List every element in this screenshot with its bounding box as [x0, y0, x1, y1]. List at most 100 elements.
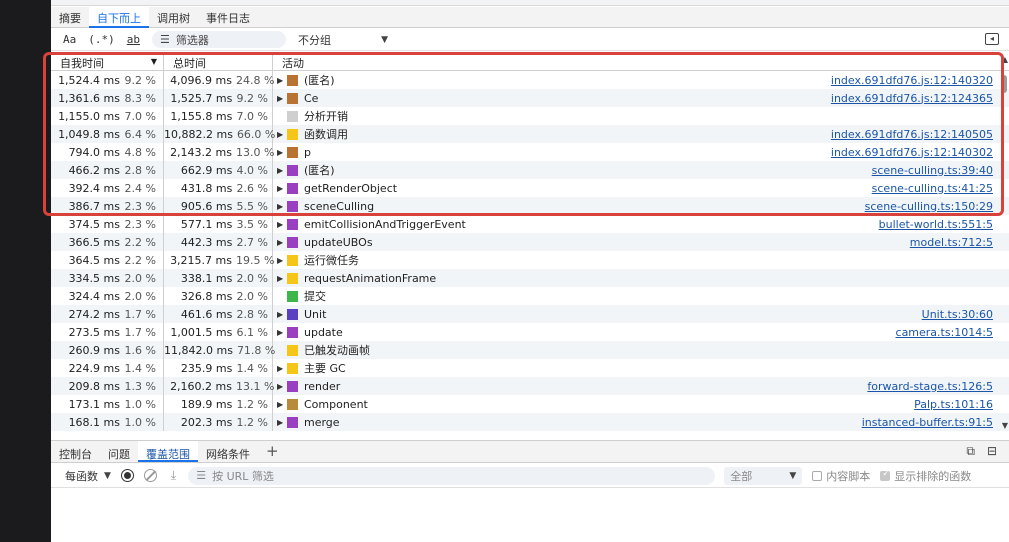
table-row[interactable]: 374.5 ms 2.3 % 577.1 ms 3.5 % ▶ emitCollision… — [51, 215, 1009, 233]
table-row[interactable]: 1,524.4 ms 9.2 % 4,096.9 ms 24.8 % ▶ (匿名) inde… — [51, 71, 1009, 89]
source-link[interactable]: Unit.ts:30:60 — [922, 308, 993, 321]
table-row[interactable]: 334.5 ms 2.0 % 338.1 ms 2.0 % ▶ requestAnimat… — [51, 269, 1009, 287]
expand-triangle-icon[interactable]: ▶ — [277, 166, 287, 175]
download-icon[interactable]: ⤓ — [171, 468, 176, 483]
self-time-percent: 4.8 % — [124, 145, 156, 159]
expand-triangle-icon[interactable]: ▶ — [277, 328, 287, 337]
total-time-header[interactable]: 总时间 — [164, 53, 273, 70]
filter-input[interactable]: ☰ 筛选器 — [152, 31, 286, 48]
table-row[interactable]: 1,361.6 ms 8.3 % 1,525.7 ms 9.2 % ▶ Ce index.6… — [51, 89, 1009, 107]
expand-triangle-icon[interactable]: ▶ — [277, 418, 287, 427]
source-link[interactable]: camera.ts:1014:5 — [896, 326, 993, 339]
table-row[interactable]: 173.1 ms 1.0 % 189.9 ms 1.2 % ▶ Component Palp… — [51, 395, 1009, 413]
activity-name: render — [304, 379, 341, 393]
expand-triangle-icon[interactable]: ▶ — [277, 94, 287, 103]
source-link[interactable]: scene-culling.ts:150:29 — [865, 200, 993, 213]
scrollbar-thumb[interactable] — [1001, 75, 1007, 93]
table-row[interactable]: 392.4 ms 2.4 % 431.8 ms 2.6 % ▶ getRenderObje… — [51, 179, 1009, 197]
self-time-value: 1,049.8 ms — [58, 127, 120, 141]
whole-word-button[interactable]: ab — [127, 33, 140, 46]
scroll-up-icon[interactable]: ▲ — [1002, 55, 1008, 64]
expand-triangle-icon[interactable]: ▶ — [277, 76, 287, 85]
expand-triangle-icon[interactable]: ▶ — [277, 274, 287, 283]
tab-1[interactable]: 自下而上 — [89, 7, 149, 28]
chevron-down-icon: ▼ — [381, 34, 388, 45]
type-select-value: 全部 — [730, 469, 753, 483]
activity-cell: ▶ 运行微任务 — [273, 251, 1009, 269]
expand-triangle-icon[interactable]: ▶ — [277, 148, 287, 157]
self-time-header[interactable]: 自我时间 ▼ — [51, 53, 164, 70]
self-time-cell: 466.2 ms 2.8 % — [51, 161, 164, 179]
per-function-label: 每函数 — [65, 469, 98, 483]
expand-triangle-icon[interactable]: ▶ — [277, 220, 287, 229]
expand-triangle-icon[interactable]: ▶ — [277, 256, 287, 265]
checkbox-box[interactable] — [812, 470, 823, 481]
source-link[interactable]: index.691dfd76.js:12:124365 — [831, 92, 993, 105]
close-drawer-icon[interactable]: ⊟ — [987, 444, 997, 459]
clear-icon[interactable] — [143, 469, 157, 482]
expand-triangle-icon[interactable]: ▶ — [277, 310, 287, 319]
source-link[interactable]: scene-culling.ts:41:25 — [872, 182, 993, 195]
total-time-cell: 1,001.5 ms 6.1 % — [164, 323, 273, 341]
table-row[interactable]: 386.7 ms 2.3 % 905.6 ms 5.5 % ▶ sceneCulling s… — [51, 197, 1009, 215]
source-link[interactable]: index.691dfd76.js:12:140302 — [831, 146, 993, 159]
table-scrollbar[interactable] — [1001, 53, 1007, 431]
drawer-tab-0[interactable]: 控制台 — [51, 441, 100, 462]
table-row[interactable]: 209.8 ms 1.3 % 2,160.2 ms 13.1 % ▶ render forw… — [51, 377, 1009, 395]
toggle-sidebar-icon[interactable]: ◂ — [985, 33, 999, 45]
drawer-tab-2[interactable]: 覆盖范围 — [138, 441, 198, 462]
drawer-tab-1[interactable]: 问题 — [100, 441, 138, 462]
expand-triangle-icon[interactable]: ▶ — [277, 364, 287, 373]
expand-triangle-icon[interactable]: ▶ — [277, 130, 287, 139]
expand-triangle-icon[interactable]: ▶ — [277, 400, 287, 409]
expand-triangle-icon[interactable]: ▶ — [277, 238, 287, 247]
table-row[interactable]: 274.2 ms 1.7 % 461.6 ms 2.8 % ▶ Unit Unit.ts:3… — [51, 305, 1009, 323]
drawer-tab-3[interactable]: 网络条件 — [198, 441, 258, 462]
total-time-cell: 577.1 ms 3.5 % — [164, 215, 273, 233]
checkbox-box[interactable] — [880, 469, 891, 481]
expand-triangle-icon[interactable]: ▶ — [277, 202, 287, 211]
show-excluded-checkbox[interactable]: 显示排除的函数 — [880, 468, 971, 484]
dock-icon[interactable]: ⧉ — [966, 444, 975, 459]
tab-0[interactable]: 摘要 — [51, 7, 89, 28]
type-select[interactable]: 全部 ▼ — [724, 466, 803, 485]
source-link[interactable]: model.ts:712:5 — [910, 236, 993, 249]
self-time-percent: 2.4 % — [124, 181, 156, 195]
record-icon[interactable] — [120, 469, 134, 482]
table-row[interactable]: 224.9 ms 1.4 % 235.9 ms 1.4 % ▶ 主要 GC — [51, 359, 1009, 377]
table-row[interactable]: 364.5 ms 2.2 % 3,215.7 ms 19.5 % ▶ 运行微任务 — [51, 251, 1009, 269]
content-scripts-checkbox[interactable]: 内容脚本 — [812, 468, 870, 484]
source-link[interactable]: scene-culling.ts:39:40 — [872, 164, 993, 177]
tab-2[interactable]: 调用树 — [149, 7, 198, 28]
table-row[interactable]: 324.4 ms2.0 %326.8 ms2.0 %▶提交 — [51, 287, 1009, 305]
table-row[interactable]: 794.0 ms 4.8 % 2,143.2 ms 13.0 % ▶ p index.691… — [51, 143, 1009, 161]
per-function-select[interactable]: 每函数 ▼ — [65, 468, 111, 484]
grouping-select[interactable]: 不分组 ▼ — [298, 32, 388, 48]
expand-triangle-icon[interactable]: ▶ — [277, 184, 287, 193]
source-link[interactable]: instanced-buffer.ts:91:5 — [862, 416, 993, 429]
add-tab-button[interactable]: + — [258, 441, 287, 462]
table-row[interactable]: 260.9 ms 1.6 % 11,842.0 ms71.8 %▶已触发动画帧 — [51, 341, 1009, 359]
activity-name: Unit — [304, 307, 327, 321]
source-link[interactable]: forward-stage.ts:126:5 — [867, 380, 993, 393]
table-row[interactable]: 168.1 ms 1.0 % 202.3 ms 1.2 % ▶ merge instance… — [51, 413, 1009, 431]
activity-cell: ▶ emitCollisionAndTriggerEvent bullet-worl… — [273, 215, 1009, 233]
activity-header[interactable]: 活动 — [273, 53, 1009, 70]
table-row[interactable]: 1,155.0 ms7.0 %1,155.8 ms7.0 %▶分析开销 — [51, 107, 1009, 125]
table-row[interactable]: 466.2 ms 2.8 % 662.9 ms 4.0 % ▶ (匿名) scene-cul… — [51, 161, 1009, 179]
tab-3[interactable]: 事件日志 — [198, 7, 258, 28]
url-filter-input[interactable]: ☰ 按 URL 筛选 — [188, 466, 716, 485]
source-link[interactable]: index.691dfd76.js:12:140505 — [831, 128, 993, 141]
match-case-button[interactable]: Aa — [63, 33, 76, 46]
source-link[interactable]: index.691dfd76.js:12:140320 — [831, 74, 993, 87]
table-row[interactable]: 1,049.8 ms 6.4 % 10,882.2 ms 66.0 % ▶ 函数调用 ind… — [51, 125, 1009, 143]
expand-triangle-icon[interactable]: ▶ — [277, 382, 287, 391]
table-row[interactable]: 273.5 ms 1.7 % 1,001.5 ms 6.1 % ▶ update camer… — [51, 323, 1009, 341]
table-row[interactable]: 366.5 ms 2.2 % 442.3 ms 2.7 % ▶ updateUBOs mod… — [51, 233, 1009, 251]
source-link[interactable]: Palp.ts:101:16 — [914, 398, 993, 411]
total-time-percent: 9.2 % — [236, 91, 268, 105]
scroll-down-icon[interactable]: ▼ — [1002, 421, 1008, 430]
category-color-swatch — [287, 254, 298, 266]
regex-button[interactable]: (.*) — [88, 33, 115, 46]
source-link[interactable]: bullet-world.ts:551:5 — [879, 218, 993, 231]
